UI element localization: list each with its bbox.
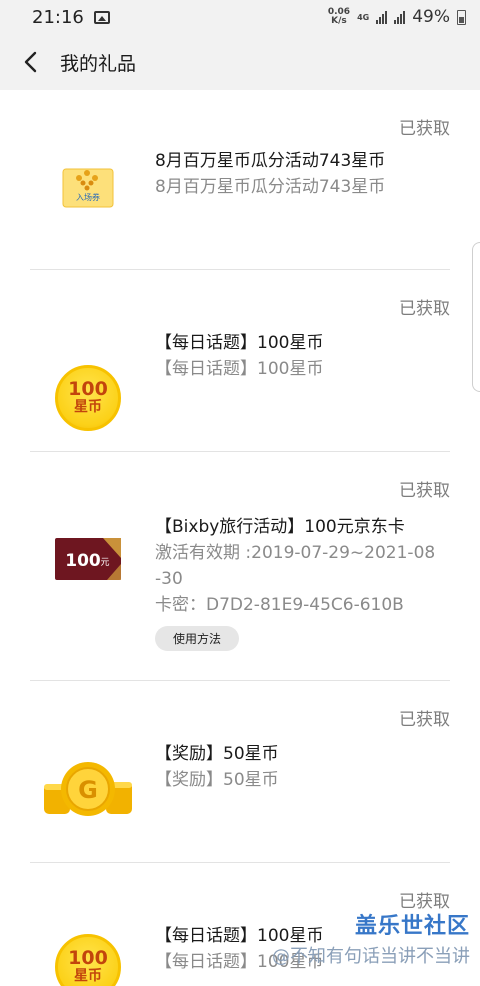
gift-subtitle: 【奖励】50星币 [155, 770, 279, 790]
gift-content: 8月百万星币瓜分活动743星币 8月百万星币瓜分活动743星币 [155, 148, 440, 200]
battery-icon [457, 9, 466, 25]
coin-stack-icon: G [44, 762, 132, 816]
coin-stack-image: G [40, 757, 136, 821]
gift-status: 已获取 [399, 710, 450, 730]
edge-panel-handle[interactable] [472, 242, 480, 392]
gift-subtitle: 8月百万星币瓜分活动743星币 [155, 177, 386, 197]
gift-content: 【每日话题】100星币 【每日话题】100星币 [155, 330, 440, 382]
star-coin-icon: 100 星币 [55, 365, 121, 431]
star-coin-icon: 100 星币 [55, 934, 121, 986]
gift-content: 【奖励】50星币 【奖励】50星币 [155, 741, 440, 793]
gift-subtitle: 【每日话题】100星币 [155, 359, 324, 379]
gift-title: 【奖励】50星币 [155, 744, 279, 764]
page-title: 我的礼品 [60, 52, 137, 75]
usage-guide-button[interactable]: 使用方法 [155, 626, 240, 651]
gift-title: 【Bixby旅行活动】100元京东卡 [155, 517, 405, 537]
gift-content: 【Bixby旅行活动】100元京东卡 激活有效期 :2019-07-29~202… [155, 514, 440, 651]
gift-validity: 激活有效期 :2019-07-29~2021-08-30 [155, 543, 436, 589]
watermark: 盖乐世社区 @不知有句话当讲不当讲 [272, 908, 470, 968]
gift-list: 已获取 入场券 8月百万星币瓜分活动743星币 8月百万星币瓜分活动743星币 … [0, 90, 480, 986]
status-time: 21:16 [32, 6, 84, 28]
status-indicators: 0.06 K/s 4G 49% [328, 7, 466, 27]
gift-title: 【每日话题】100星币 [155, 333, 324, 353]
ticket-image: 入场券 [40, 150, 136, 222]
signal-icon-2 [394, 10, 406, 24]
gift-status: 已获取 [399, 481, 450, 501]
signal-icon [376, 10, 388, 24]
gift-item[interactable]: 已获取 100 星币 【每日话题】100星币 【每日话题】100星币 [30, 270, 450, 452]
gift-status: 已获取 [399, 119, 450, 139]
card-value: 100 [65, 551, 101, 571]
status-bar: 21:16 0.06 K/s 4G 49% [0, 0, 480, 34]
card-unit: 元 [100, 558, 109, 568]
battery-percent: 49% [412, 7, 450, 27]
chevron-left-icon [24, 51, 37, 73]
ticket-icon: 入场券 [62, 168, 114, 208]
gift-card-code: 卡密：D7D2-81E9-45C6-610B [155, 595, 404, 615]
gift-title: 8月百万星币瓜分活动743星币 [155, 151, 386, 171]
ticket-label: 入场券 [76, 192, 100, 202]
coin-letter: G [78, 776, 98, 804]
coin-image: 100 星币 [40, 931, 136, 986]
gift-item[interactable]: 已获取 100 元 【Bixby旅行活动】100元京东卡 激活有效期 :2019… [30, 452, 450, 681]
gift-item[interactable]: 已获取 G 【奖励】50星币 【奖励】50星币 [30, 681, 450, 863]
watermark-author: @不知有句话当讲不当讲 [272, 946, 470, 967]
coin-image: 100 星币 [40, 362, 136, 434]
watermark-site: 盖乐世社区 [354, 914, 470, 939]
gallery-notification-icon [93, 10, 110, 24]
gift-item[interactable]: 已获取 入场券 8月百万星币瓜分活动743星币 8月百万星币瓜分活动743星币 [30, 90, 450, 270]
gift-status: 已获取 [399, 299, 450, 319]
back-button[interactable] [0, 34, 60, 90]
gift-card-icon: 100 元 [55, 538, 121, 580]
network-type-label: 4G [357, 12, 370, 22]
card-image: 100 元 [40, 534, 136, 584]
app-bar: 我的礼品 [0, 34, 480, 90]
network-speed: 0.06 K/s [327, 7, 351, 26]
